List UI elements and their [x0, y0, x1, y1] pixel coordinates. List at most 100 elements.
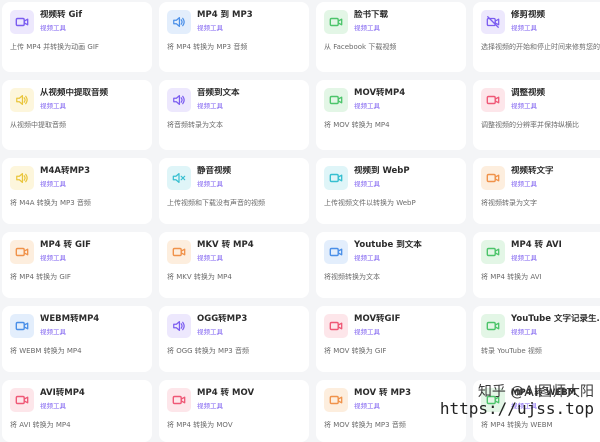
tool-title: 脸书下载 — [354, 10, 389, 20]
tool-card[interactable]: 从视频中提取音频 视频工具 从视频中提取音频 — [2, 80, 152, 150]
tool-card[interactable]: MKV 转 MP4 视频工具将 MKV 转换为 MP4 — [159, 232, 309, 298]
tool-card[interactable]: 脸书下载视频工具从 Facebook 下载视频 — [316, 2, 466, 72]
tool-tag: 视频工具 — [354, 402, 380, 410]
tool-description: 将视频转录为文字 — [481, 199, 537, 207]
speaker-icon — [10, 88, 34, 112]
tool-tag: 视频工具 — [354, 180, 380, 188]
tool-title: 修剪视频 — [511, 10, 546, 20]
tool-card[interactable]: MP4 转 GIF 视频工具将 MP4 转换为 GIF — [2, 232, 152, 298]
tool-description: 转录 YouTube 视频 — [481, 347, 542, 355]
tool-card[interactable]: OGG转MP3 视频工具将 OGG 转换为 MP3 音频 — [159, 306, 309, 372]
tool-card[interactable]: 修剪视频视频工具选择视频的开始和停止时间来修剪您的视频 — [473, 2, 600, 72]
tool-tag: 视频工具 — [40, 24, 66, 32]
tool-card[interactable]: MOV转MP4 视频工具将 MOV 转换为 MP4 — [316, 80, 466, 150]
tool-description: 将 MOV 转换为 GIF — [324, 347, 387, 355]
tool-tag: 视频工具 — [511, 24, 537, 32]
video-camera-icon — [481, 314, 505, 338]
tool-title: MP4 到 MP3 — [197, 10, 253, 20]
watermark-line1: 知乎 @AI图师大阳 — [477, 384, 594, 401]
video-camera-icon — [10, 10, 34, 34]
tool-description: 上传视频和下载没有声音的视频 — [167, 199, 265, 207]
tool-tag: 视频工具 — [197, 180, 223, 188]
tool-description: 从 Facebook 下载视频 — [324, 43, 397, 51]
tool-title: MOV转GIF — [354, 314, 401, 324]
tool-description: 将 MP4 转换为 WEBM — [481, 421, 553, 429]
tool-description: 将视频转换为文本 — [324, 273, 380, 281]
tool-title: MP4 转 MOV — [197, 388, 255, 398]
tool-description: 将 AVI 转换为 MP4 — [10, 421, 71, 429]
tool-description: 从视频中提取音频 — [10, 121, 66, 129]
tool-description: 将 WEBM 转换为 MP4 — [10, 347, 82, 355]
tool-card[interactable]: MP4 到 MP3 视频工具将 MP4 转换为 MP3 音频 — [159, 2, 309, 72]
tool-tag: 视频工具 — [511, 328, 537, 336]
tool-card[interactable]: 静音视频视频工具上传视频和下载没有声音的视频 — [159, 158, 309, 224]
tool-tag: 视频工具 — [511, 180, 537, 188]
tool-card[interactable]: 音频到文本 视频工具 将音频转录为文本 — [159, 80, 309, 150]
video-camera-icon — [481, 240, 505, 264]
tool-description: 将 OGG 转换为 MP3 音频 — [167, 347, 249, 355]
tool-title: M4A转MP3 — [40, 166, 91, 176]
tool-tag: 视频工具 — [354, 254, 380, 262]
tool-tag: 视频工具 — [354, 24, 380, 32]
tool-tag: 视频工具 — [511, 102, 537, 110]
tool-card[interactable]: 视频到 WebP 视频工具上传视频文件以转换为 WebP — [316, 158, 466, 224]
no-video-icon — [481, 10, 505, 34]
tool-card[interactable]: 调整视频 视频工具 调整视频的分辨率并保持纵横比 — [473, 80, 600, 150]
tool-title: 从视频中提取音频 — [40, 88, 109, 98]
tool-card[interactable]: WEBM转MP4 视频工具将 WEBM 转换为 MP4 — [2, 306, 152, 372]
video-camera-icon — [167, 388, 191, 412]
tool-description: 上传 MP4 并转换为动画 GIF — [10, 43, 99, 51]
mute-speaker-icon — [167, 166, 191, 190]
tool-tag: 视频工具 — [197, 254, 223, 262]
tool-description: 将 MOV 转换为 MP4 — [324, 121, 390, 129]
tool-card[interactable]: 视频转 Gif 视频工具 上传 MP4 并转换为动画 GIF — [2, 2, 152, 72]
tool-tag: 视频工具 — [197, 402, 223, 410]
tool-card[interactable]: M4A转MP3 视频工具将 M4A 转换为 MP3 音频 — [2, 158, 152, 224]
tool-card[interactable]: AVI转MP4 视频工具将 AVI 转换为 MP4 — [2, 380, 152, 442]
tool-card[interactable]: 视频转文字视频工具将视频转录为文字 — [473, 158, 600, 224]
tool-title: WEBM转MP4 — [40, 314, 100, 324]
video-camera-icon — [167, 240, 191, 264]
watermark: 知乎 @AI图师大阳 https://ujss.top — [439, 384, 594, 419]
tool-card[interactable]: Youtube 到文本 视频工具将视频转换为文本 — [316, 232, 466, 298]
tool-tag: 视频工具 — [354, 102, 380, 110]
tool-card[interactable]: YouTube 文字记录生... 视频工具 转录 YouTube 视频 — [473, 306, 600, 372]
speaker-icon — [167, 314, 191, 338]
video-camera-icon — [481, 166, 505, 190]
tool-title: MP4 转 AVI — [511, 240, 562, 250]
tool-tag: 视频工具 — [40, 402, 66, 410]
tool-description: 将 MKV 转换为 MP4 — [167, 273, 232, 281]
tool-description: 将音频转录为文本 — [167, 121, 223, 129]
tool-title: 视频转文字 — [511, 166, 554, 176]
tool-tag: 视频工具 — [197, 102, 223, 110]
tool-tag: 视频工具 — [511, 254, 537, 262]
tool-description: 将 MOV 转换为 MP3 音频 — [324, 421, 406, 429]
video-camera-icon — [324, 388, 348, 412]
tool-card[interactable]: MOV转GIF 视频工具将 MOV 转换为 GIF — [316, 306, 466, 372]
tool-description: 选择视频的开始和停止时间来修剪您的视频 — [481, 43, 600, 51]
speaker-icon — [167, 88, 191, 112]
tool-title: MOV转MP4 — [354, 88, 406, 98]
tool-grid: 视频转 Gif 视频工具 上传 MP4 并转换为动画 GIF MP4 到 MP3 视频工… — [0, 0, 600, 442]
video-camera-icon — [324, 166, 348, 190]
video-camera-icon — [10, 240, 34, 264]
tool-tag: 视频工具 — [40, 254, 66, 262]
video-camera-icon — [481, 88, 505, 112]
video-camera-icon — [324, 88, 348, 112]
tool-description: 上传视频文件以转换为 WebP — [324, 199, 416, 207]
tool-title: 视频到 WebP — [354, 166, 410, 176]
tool-title: 静音视频 — [197, 166, 232, 176]
watermark-line2: https://ujss.top — [439, 399, 594, 419]
video-camera-icon — [10, 314, 34, 338]
speaker-icon — [10, 166, 34, 190]
tool-title: AVI转MP4 — [40, 388, 85, 398]
tool-tag: 视频工具 — [354, 328, 380, 336]
tool-title: OGG转MP3 — [197, 314, 248, 324]
video-camera-icon — [10, 388, 34, 412]
tool-card[interactable]: MP4 转 MOV 视频工具将 MP4 转换为 MOV — [159, 380, 309, 442]
speaker-icon — [167, 10, 191, 34]
tool-title: Youtube 到文本 — [354, 240, 422, 250]
tool-card[interactable]: MP4 转 AVI 视频工具将 MP4 转换为 AVI — [473, 232, 600, 298]
tool-description: 将 MP4 转换为 GIF — [10, 273, 71, 281]
tool-description: 将 MP4 转换为 AVI — [481, 273, 542, 281]
